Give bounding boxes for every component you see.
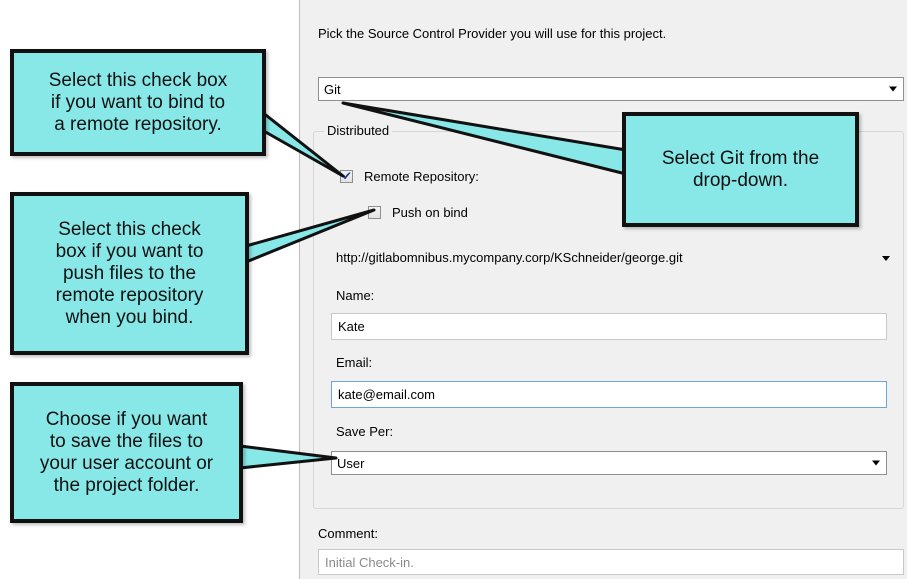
callout-save-per: Choose if you want to save the files to …	[10, 382, 243, 523]
callout-select-git: Select Git from the drop-down.	[622, 112, 859, 227]
callout-remote-repository: Select this check box if you want to bin…	[10, 49, 266, 156]
pointer-save	[238, 444, 338, 470]
pointer-push	[244, 208, 376, 264]
callout-push-on-bind: Select this check box if you want to pus…	[10, 192, 249, 355]
pointer-remote	[260, 110, 345, 178]
pointer-git	[341, 101, 628, 176]
